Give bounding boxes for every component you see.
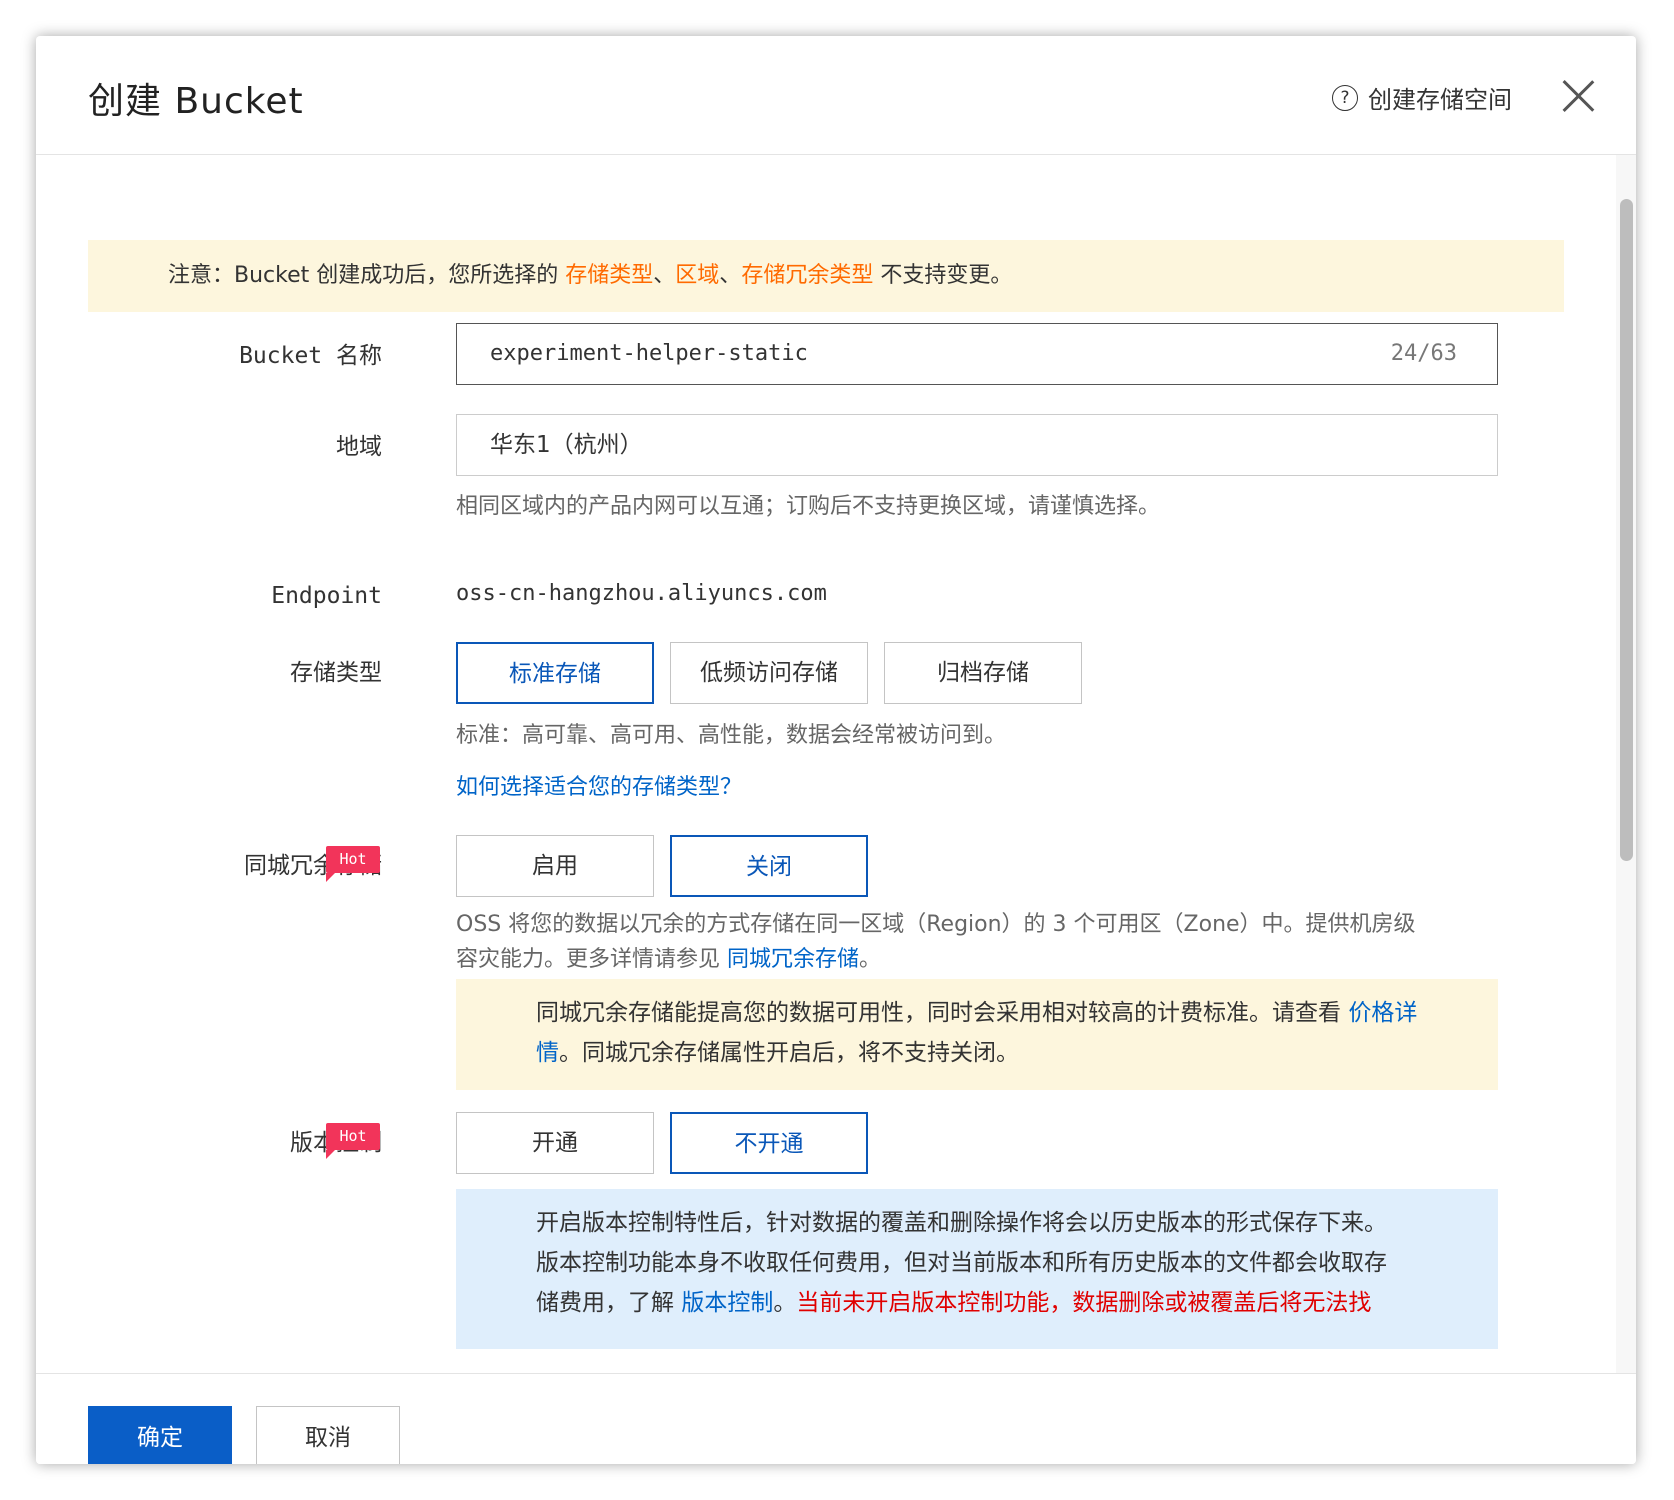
- dialog-footer: 确定 取消: [36, 1373, 1636, 1464]
- storage-class-option-standard[interactable]: 标准存储: [456, 642, 654, 704]
- warning-highlight-storage-class: 存储类型: [565, 263, 654, 288]
- bucket-name-input[interactable]: experiment-helper-static 24/63: [456, 323, 1498, 385]
- storage-class-help-link[interactable]: 如何选择适合您的存储类型？: [456, 769, 742, 801]
- storage-class-label: 存储类型: [290, 660, 382, 686]
- question-icon: ?: [1332, 84, 1358, 111]
- storage-class-option-ia[interactable]: 低频访问存储: [670, 642, 868, 704]
- zrs-option-enable[interactable]: 启用: [456, 835, 654, 897]
- versioning-info-line2: 版本控制功能本身不收取任何费用，但对当前版本和所有历史版本的文件都会收取存: [536, 1250, 1387, 1276]
- endpoint-value: oss-cn-hangzhou.aliyuncs.com: [456, 581, 827, 606]
- dialog-header: 创建 Bucket ? 创建存储空间: [36, 36, 1636, 155]
- scrollbar[interactable]: [1616, 155, 1636, 1373]
- versioning-info-line1: 开启版本控制特性后，针对数据的覆盖和删除操作将会以历史版本的形式保存下来。: [536, 1210, 1387, 1236]
- warning-highlight-redundancy: 存储冗余类型: [741, 263, 874, 288]
- storage-class-hint: 标准：高可靠、高可用、高性能，数据会经常被访问到。: [456, 723, 1007, 748]
- dialog-title: 创建 Bucket: [88, 81, 304, 122]
- versioning-info-line3: 储费用，了解 版本控制。当前未开启版本控制功能，数据删除或被覆盖后将无法找: [536, 1283, 1438, 1323]
- storage-class-option-archive[interactable]: 归档存储: [884, 642, 1082, 704]
- versioning-option-off[interactable]: 不开通: [670, 1112, 868, 1174]
- zrs-notice-suffix: 。同城冗余存储属性开启后，将不支持关闭。: [559, 1040, 1019, 1066]
- endpoint-label: Endpoint: [271, 583, 382, 609]
- confirm-button[interactable]: 确定: [88, 1406, 232, 1464]
- warning-highlight-region: 区域: [675, 263, 720, 288]
- bucket-name-char-count: 24/63: [1390, 341, 1457, 366]
- versioning-info-line3-mid: 。: [773, 1290, 797, 1316]
- region-hint: 相同区域内的产品内网可以互通；订购后不支持更换区域，请谨慎选择。: [456, 494, 1161, 519]
- bucket-name-label: Bucket 名称: [239, 343, 382, 369]
- warning-banner: 注意：Bucket 创建成功后，您所选择的 存储类型、区域、存储冗余类型 不支持…: [88, 240, 1564, 312]
- zrs-hint-line2-prefix: 容灾能力。更多详情请参见: [456, 947, 727, 972]
- warning-prefix: 注意：Bucket 创建成功后，您所选择的: [168, 263, 566, 288]
- versioning-info-line3-prefix: 储费用，了解: [536, 1290, 682, 1316]
- create-bucket-dialog: 创建 Bucket ? 创建存储空间 注意：Bucket 创建成功后，您所选择的…: [36, 36, 1636, 1464]
- zrs-hint-line1: OSS 将您的数据以冗余的方式存储在同一区域（Region）的 3 个可用区（Z…: [456, 912, 1416, 937]
- region-value: 华东1（杭州）: [490, 432, 643, 458]
- versioning-hot-badge: Hot: [326, 1123, 380, 1159]
- help-link-label[interactable]: 创建存储空间: [1368, 80, 1512, 115]
- zrs-notice: 同城冗余存储能提高您的数据可用性，同时会采用相对较高的计费标准。请查看 价格详情…: [456, 979, 1498, 1090]
- help-link[interactable]: ? 创建存储空间: [1332, 80, 1512, 115]
- zrs-hint-line2-suffix: 。: [859, 947, 882, 972]
- region-label: 地域: [336, 434, 382, 460]
- versioning-info: 开启版本控制特性后，针对数据的覆盖和删除操作将会以历史版本的形式保存下来。 版本…: [456, 1189, 1498, 1349]
- warning-separator: 、: [653, 263, 676, 288]
- versioning-doc-link[interactable]: 版本控制: [681, 1290, 773, 1316]
- scrollbar-thumb[interactable]: [1620, 199, 1633, 861]
- zrs-option-disable[interactable]: 关闭: [670, 835, 868, 897]
- dialog-body: 注意：Bucket 创建成功后，您所选择的 存储类型、区域、存储冗余类型 不支持…: [36, 155, 1616, 1373]
- zrs-hot-badge: Hot: [326, 846, 380, 882]
- cancel-button[interactable]: 取消: [256, 1406, 400, 1464]
- warning-suffix: 不支持变更。: [873, 263, 1013, 288]
- region-select[interactable]: 华东1（杭州）: [456, 414, 1498, 476]
- bucket-name-value[interactable]: experiment-helper-static: [490, 324, 808, 384]
- zrs-notice-text: 同城冗余存储能提高您的数据可用性，同时会采用相对较高的计费标准。请查看: [536, 1000, 1349, 1026]
- versioning-warning: 当前未开启版本控制功能，数据删除或被覆盖后将无法找: [796, 1290, 1372, 1316]
- zrs-hint-line2: 容灾能力。更多详情请参见 同城冗余存储。: [456, 942, 1416, 977]
- zrs-doc-link[interactable]: 同城冗余存储: [727, 947, 859, 972]
- warning-separator: 、: [719, 263, 742, 288]
- close-icon[interactable]: [1560, 78, 1596, 114]
- zrs-hint: OSS 将您的数据以冗余的方式存储在同一区域（Region）的 3 个可用区（Z…: [456, 907, 1416, 977]
- versioning-option-on[interactable]: 开通: [456, 1112, 654, 1174]
